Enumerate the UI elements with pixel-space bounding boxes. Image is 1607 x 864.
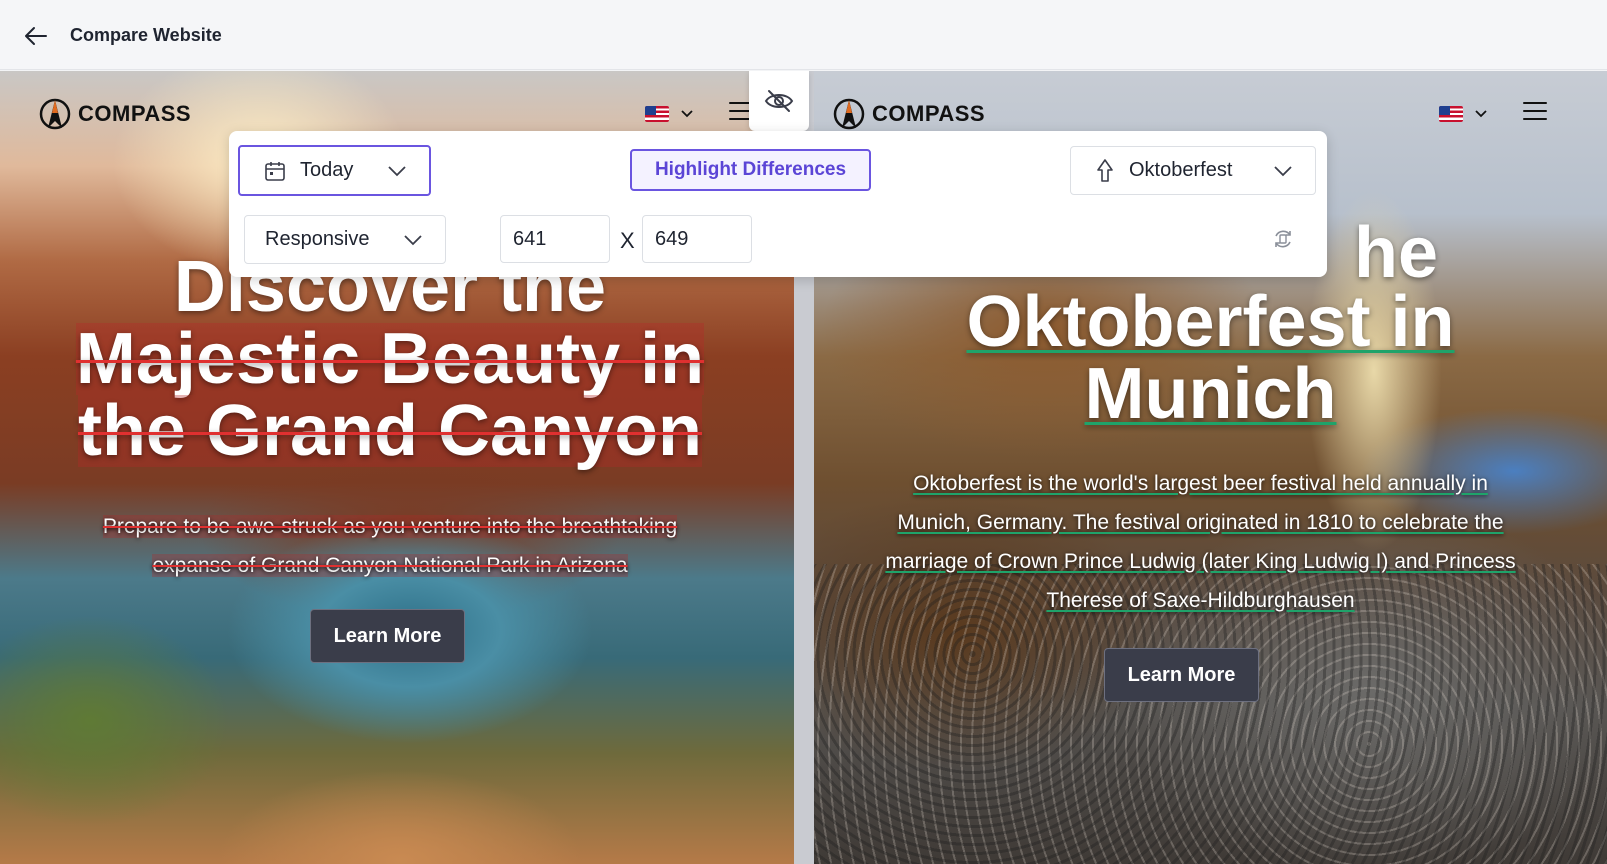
subtitle-line-added: Therese of Saxe-Hildburghausen bbox=[1046, 589, 1355, 612]
chevron-down-icon bbox=[404, 234, 422, 245]
left-site-logo[interactable]: COMPASS bbox=[38, 97, 191, 131]
us-flag-icon[interactable] bbox=[645, 106, 669, 122]
right-hero-title: Oktoberfest in Munich bbox=[834, 286, 1587, 430]
hero-title-line-removed: Majestic Beauty in bbox=[75, 319, 705, 399]
calendar-icon bbox=[265, 161, 285, 181]
compare-toolbar: Today Highlight Differences Oktoberfest … bbox=[229, 131, 1327, 277]
viewport-select-value: Responsive bbox=[265, 228, 370, 250]
chevron-down-icon[interactable] bbox=[1473, 105, 1489, 121]
compass-logo-icon bbox=[39, 98, 71, 130]
left-hero-subtitle: Prepare to be awe-struck as you venture … bbox=[20, 507, 760, 585]
width-input[interactable] bbox=[500, 215, 610, 263]
hero-title-line-removed: the Grand Canyon bbox=[77, 391, 703, 471]
right-learn-more-button[interactable]: Learn More bbox=[1104, 648, 1259, 702]
dimension-separator: X bbox=[620, 228, 635, 253]
back-arrow-icon[interactable] bbox=[22, 22, 50, 50]
location-pin-icon bbox=[1097, 158, 1113, 182]
chevron-down-icon bbox=[388, 165, 406, 176]
theme-select[interactable]: Oktoberfest bbox=[1070, 146, 1316, 195]
hide-toolbar-toggle[interactable] bbox=[749, 71, 809, 131]
viewport-select[interactable]: Responsive bbox=[244, 215, 446, 264]
height-input[interactable] bbox=[642, 215, 752, 263]
subtitle-line-added: Oktoberfest is the world's largest beer … bbox=[913, 472, 1488, 495]
hero-title-line-added: Munich bbox=[1084, 354, 1337, 434]
logo-text: COMPASS bbox=[78, 101, 192, 126]
date-select-value: Today bbox=[300, 159, 354, 181]
right-hero-subtitle: Oktoberfest is the world's largest beer … bbox=[814, 464, 1587, 620]
logo-text: COMPASS bbox=[872, 101, 986, 126]
page-title: Compare Website bbox=[70, 25, 222, 45]
top-bar: Compare Website bbox=[0, 0, 1607, 70]
chevron-down-icon bbox=[1274, 165, 1292, 176]
subtitle-line-added: Munich, Germany. The festival originated… bbox=[897, 511, 1504, 534]
compass-logo-icon bbox=[833, 98, 865, 130]
hamburger-menu-icon[interactable] bbox=[1523, 102, 1547, 122]
theme-select-value: Oktoberfest bbox=[1129, 159, 1233, 181]
subtitle-line-added: marriage of Crown Prince Ludwig (later K… bbox=[885, 550, 1516, 573]
right-site-logo[interactable]: COMPASS bbox=[832, 97, 985, 131]
chevron-down-icon[interactable] bbox=[679, 105, 695, 121]
left-learn-more-button[interactable]: Learn More bbox=[310, 609, 465, 663]
right-hero-title-partial: he bbox=[1354, 213, 1439, 293]
subtitle-line-removed: expanse of Grand Canyon National Park in… bbox=[152, 554, 628, 577]
highlight-differences-button[interactable]: Highlight Differences bbox=[630, 149, 871, 191]
us-flag-icon[interactable] bbox=[1439, 106, 1463, 122]
left-hero-title: Discover the Majestic Beauty in the Gran… bbox=[20, 251, 760, 467]
hero-title-line-added: Oktoberfest in bbox=[966, 282, 1455, 362]
rotate-device-icon[interactable] bbox=[1271, 227, 1295, 251]
subtitle-line-removed: Prepare to be awe-struck as you venture … bbox=[102, 515, 678, 538]
compare-stage: COMPASS Discover the Majestic Beauty in … bbox=[0, 71, 1607, 864]
date-select[interactable]: Today bbox=[238, 145, 431, 196]
eye-off-icon bbox=[764, 90, 794, 112]
